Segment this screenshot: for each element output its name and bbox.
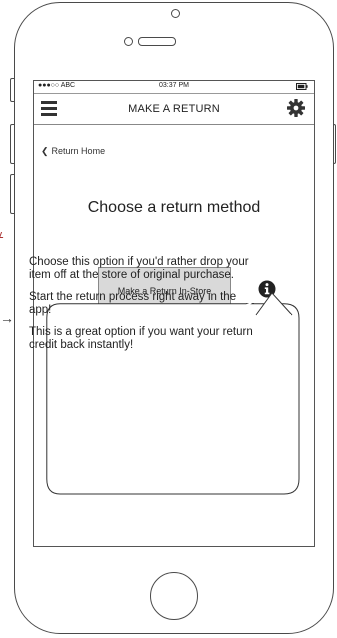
info-tooltip-text: Choose this option if you'd rather drop … (29, 256, 259, 361)
battery-icon (296, 83, 308, 92)
tooltip-pointer (255, 292, 293, 316)
front-camera (171, 9, 180, 18)
return-home-link[interactable]: ❮ Return Home (41, 146, 105, 157)
earpiece-speaker (138, 37, 176, 46)
tooltip-paragraph: Start the return process right away in t… (29, 291, 237, 316)
gear-icon[interactable] (286, 98, 306, 118)
return-home-label: Return Home (51, 146, 106, 156)
sensor (124, 37, 133, 46)
tooltip-paragraph: Choose this option if you'd rather drop … (29, 256, 249, 281)
status-bar: ●●●○○ ABC 03:37 PM (34, 81, 314, 94)
annotation-arrow: → (0, 310, 14, 326)
chevron-left-icon: ❮ (41, 146, 49, 156)
home-button[interactable] (150, 572, 198, 620)
nav-bar: MAKE A RETURN (34, 94, 314, 125)
choose-method-heading: Choose a return method (87, 199, 261, 216)
status-time: 03:37 PM (159, 82, 189, 89)
tooltip-paragraph: This is a great option if you want your … (29, 326, 253, 351)
annotation-tick (0, 232, 6, 238)
page-title: MAKE A RETURN (128, 103, 220, 115)
